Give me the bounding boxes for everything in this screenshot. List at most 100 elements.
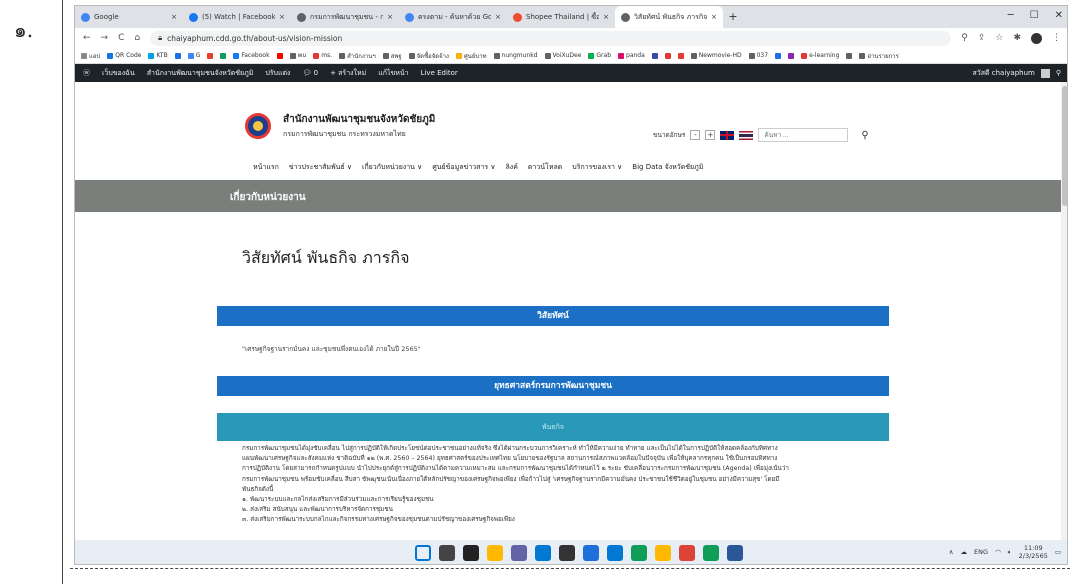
bookmark-item[interactable]: สพฐ [382,51,402,61]
new-tab-button[interactable]: + [723,6,743,28]
menu-icon[interactable]: ⋮ [1052,33,1061,43]
taskbar-app-icon[interactable] [583,545,599,561]
language-indicator[interactable]: ENG [974,548,988,556]
nav-item[interactable]: Big Data จังหวัดชัยภูมิ [632,162,703,173]
wp-user-avatar[interactable] [1040,68,1050,78]
page-scrollbar[interactable] [1061,82,1067,540]
zoom-icon[interactable]: ⚲ [961,33,968,43]
bookmark-item[interactable]: 037 [748,52,768,59]
wp-new[interactable]: + สร้างใหม่ [330,68,366,79]
taskbar-app-icon[interactable] [631,545,647,561]
bookmark-item[interactable]: ศูนย์บาท [455,51,487,61]
wordpress-icon[interactable]: ⓦ [83,68,90,78]
taskbar-app-icon[interactable] [415,545,431,561]
browser-tab[interactable]: ตรงตาม - ค้นหาด้วย Google × [399,6,507,28]
taskbar-app-icon[interactable] [511,545,527,561]
taskbar-app-icon[interactable] [535,545,551,561]
tab-close-icon[interactable]: × [711,13,717,21]
bookmark-item[interactable]: Newmovie-HD [690,52,742,59]
chevron-up-icon[interactable]: ∧ [949,548,954,556]
bookmark-item[interactable]: แอป [81,51,100,61]
nav-item[interactable]: ข่าวประชาสัมพันธ์ ∨ [289,162,352,173]
back-icon[interactable]: ← [83,33,91,43]
bookmark-item[interactable] [775,52,782,59]
taskbar-app-icon[interactable] [463,545,479,561]
wifi-icon[interactable]: ◠ [995,548,1001,556]
english-flag-icon[interactable] [720,130,735,140]
bookmark-item[interactable]: nungmunkd [493,52,538,59]
nav-item[interactable]: หน้าแรก [253,162,279,173]
bookmark-item[interactable] [788,52,795,59]
notification-icon[interactable]: ▭ [1055,548,1061,556]
taskbar-app-icon[interactable] [679,545,695,561]
scroll-thumb[interactable] [1062,86,1067,206]
wp-live-editor[interactable]: Live Editor [421,69,458,77]
bookmark-item[interactable]: สำนักงานฯ [339,51,376,61]
tab-close-icon[interactable]: × [495,13,501,21]
bookmark-item[interactable]: KTB [148,52,168,59]
org-logo[interactable] [245,113,271,139]
tab-close-icon[interactable]: × [171,13,177,21]
thai-flag-icon[interactable] [739,130,754,140]
bookmark-item[interactable]: wu [289,52,306,59]
search-icon[interactable]: ⚲ [861,130,868,141]
clock[interactable]: 11:09 2/3/2565 [1019,544,1048,560]
bookmark-item[interactable] [207,52,214,59]
bookmark-item[interactable] [846,52,853,59]
font-decrease-button[interactable]: - [690,130,701,140]
font-increase-button[interactable]: + [705,130,716,140]
browser-tab[interactable]: (5) Watch | Facebook × [183,6,291,28]
bookmark-item[interactable]: G [187,52,200,59]
maximize-icon[interactable]: ☐ [1030,10,1039,21]
taskbar-app-icon[interactable] [439,545,455,561]
bookmark-item[interactable] [174,52,181,59]
wp-site-name[interactable]: สำนักงานพัฒนาชุมชนจังหวัดชัยภูมิ [147,68,254,79]
wp-comments[interactable]: 💬︎ 0 [302,69,318,77]
bookmark-item[interactable]: QR Code [107,52,141,59]
taskbar-app-icon[interactable] [559,545,575,561]
taskbar-app-icon[interactable] [487,545,503,561]
bookmark-item[interactable]: e-learning [801,52,839,59]
browser-tab[interactable]: วิสัยทัศน์ พันธกิจ ภารกิจ - สำนักงานฯ× [615,6,723,28]
wp-customize[interactable]: ปรับแต่ง [265,68,290,79]
bookmark-item[interactable]: Facebook [233,52,270,59]
forward-icon[interactable]: → [101,33,109,43]
taskbar-app-icon[interactable] [607,545,623,561]
close-icon[interactable]: ✕ [1055,10,1063,21]
bookmark-item[interactable]: panda [618,52,645,59]
bookmark-item[interactable] [276,52,283,59]
tab-close-icon[interactable]: × [603,13,609,21]
nav-item[interactable]: ศูนย์ข้อมูลข่าวสาร ∨ [432,162,495,173]
search-icon[interactable]: ⚲ [1056,69,1061,77]
nav-item[interactable]: เกี่ยวกับหน่วยงาน ∨ [362,162,422,173]
browser-tab[interactable]: กรมการพัฒนาชุมชน - กระทรวงมหาดไทย × [291,6,399,28]
cloud-icon[interactable]: ☁︎ [961,548,968,556]
reload-icon[interactable]: C [118,33,124,43]
bookmark-item[interactable] [664,52,671,59]
share-icon[interactable]: ⇪ [978,33,986,43]
minimize-icon[interactable]: ─ [1008,10,1014,21]
tab-close-icon[interactable]: × [387,13,393,21]
volume-icon[interactable]: 🔈︎ [1008,548,1012,557]
wp-edit-page[interactable]: แก้ไขหน้า [378,68,408,79]
bookmark-item[interactable]: อ่านรายการ [859,51,899,61]
browser-tab[interactable]: Shopee Thailand | ซื้อขายผ่านมือถือ × [507,6,615,28]
site-search-input[interactable] [758,128,849,142]
home-icon[interactable]: ⌂ [134,33,140,43]
bookmark-item[interactable] [677,52,684,59]
nav-item[interactable]: ดาวน์โหลด [528,162,562,173]
taskbar-app-icon[interactable] [727,545,743,561]
bookmark-item[interactable]: VoiXuDee [544,52,581,59]
url-field[interactable]: 🔒︎ chaiyaphum.cdd.go.th/about-us/vision-… [150,30,952,46]
tab-close-icon[interactable]: × [279,13,285,21]
bookmark-item[interactable]: จัดซื้อจัดจ้าง [408,51,449,61]
taskbar-app-icon[interactable] [655,545,671,561]
star-icon[interactable]: ☆ [995,33,1003,43]
bookmark-item[interactable] [651,52,658,59]
extensions-icon[interactable]: ✱ [1013,33,1021,43]
bookmark-item[interactable] [220,52,227,59]
nav-item[interactable]: ลิงค์ [506,162,518,173]
bookmark-item[interactable]: Grab [588,52,611,59]
nav-item[interactable]: บริการของเรา ∨ [572,162,622,173]
profile-avatar[interactable] [1031,32,1042,44]
